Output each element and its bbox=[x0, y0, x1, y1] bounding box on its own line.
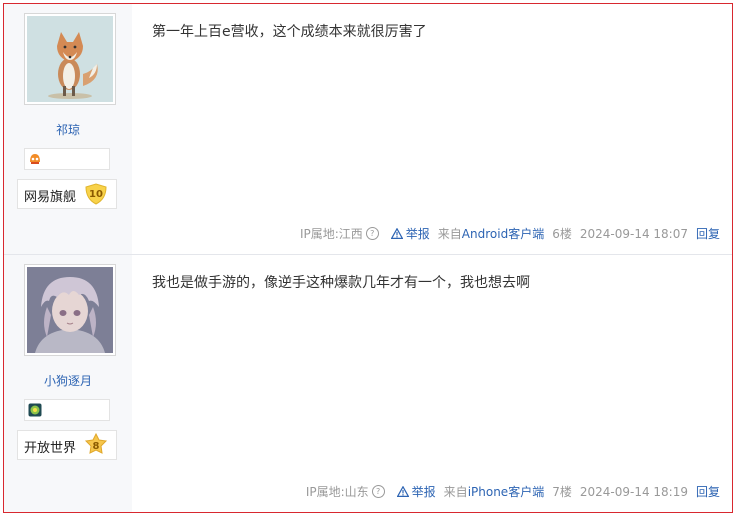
client-platform[interactable]: Android客户端 bbox=[462, 227, 544, 241]
level-number: 10 bbox=[89, 189, 103, 200]
ip-location: IP属地:江西 bbox=[299, 227, 363, 241]
post-time: 2024-09-14 18:19 bbox=[579, 484, 688, 499]
level-name: 开放世界 bbox=[24, 441, 77, 456]
report-label: 举报 bbox=[405, 227, 430, 241]
client-platform[interactable]: iPhone客户端 bbox=[468, 485, 545, 499]
level-badge[interactable]: 网易旗舰 10 bbox=[17, 179, 117, 209]
post-time: 2024-09-14 18:07 bbox=[579, 226, 688, 241]
post-floor-7: 小狗逐月 开放世界 8 我也是做手游的，像逆手这种爆款几年才有一个，我也想去啊 … bbox=[4, 255, 732, 512]
badge-icon bbox=[28, 403, 42, 417]
report-label: 举报 bbox=[411, 485, 436, 499]
post-meta: IP属地:江西 ? 举报 来自Android客户端 6楼 2024-09-14 … bbox=[300, 225, 720, 242]
username-link[interactable]: 小狗逐月 bbox=[4, 372, 132, 389]
post-floor-6: 祁琼 网易旗舰 10 第一年上百e营收，这个成绩本来就很厉害了 IP属地:江西 bbox=[4, 4, 732, 254]
username-link[interactable]: 祁琼 bbox=[4, 121, 132, 138]
anime-avatar-icon bbox=[27, 267, 113, 353]
reply-link[interactable]: 回复 bbox=[696, 483, 720, 500]
post-content: 第一年上百e营收，这个成绩本来就很厉害了 bbox=[152, 24, 427, 40]
badge-icon bbox=[30, 154, 40, 164]
post-content: 我也是做手游的，像逆手这种爆款几年才有一个，我也想去啊 bbox=[152, 275, 530, 291]
posts-container: 祁琼 网易旗舰 10 第一年上百e营收，这个成绩本来就很厉害了 IP属地:江西 bbox=[3, 3, 733, 513]
warning-icon bbox=[390, 228, 403, 239]
from-prefix: 来自 bbox=[443, 485, 468, 499]
level-badge[interactable]: 开放世界 8 bbox=[17, 430, 117, 460]
badge-row bbox=[24, 148, 110, 170]
badge-row bbox=[24, 399, 110, 421]
floor-number: 7楼 bbox=[552, 485, 572, 499]
level-shield-icon: 10 bbox=[85, 183, 107, 205]
user-avatar[interactable] bbox=[24, 13, 116, 105]
author-sidebar: 祁琼 网易旗舰 10 bbox=[4, 4, 132, 254]
from-client: 来自Android客户端 bbox=[438, 225, 544, 242]
help-icon[interactable]: ? bbox=[365, 227, 379, 240]
warning-icon bbox=[396, 486, 409, 497]
fox-avatar-icon bbox=[27, 16, 113, 102]
floor-number: 6楼 bbox=[552, 227, 572, 241]
level-number: 8 bbox=[93, 441, 100, 452]
report-button[interactable]: 举报 bbox=[396, 483, 436, 500]
user-avatar[interactable] bbox=[24, 264, 116, 356]
author-sidebar: 小狗逐月 开放世界 8 bbox=[4, 255, 132, 512]
from-prefix: 来自 bbox=[437, 227, 462, 241]
level-name: 网易旗舰 bbox=[24, 190, 77, 205]
level-star-icon: 8 bbox=[84, 433, 108, 454]
reply-link[interactable]: 回复 bbox=[696, 225, 720, 242]
help-icon[interactable]: ? bbox=[371, 485, 385, 498]
from-client: 来自iPhone客户端 bbox=[444, 483, 545, 500]
post-meta: IP属地:山东 ? 举报 来自iPhone客户端 7楼 2024-09-14 1… bbox=[306, 483, 720, 500]
report-button[interactable]: 举报 bbox=[390, 225, 430, 242]
ip-location: IP属地:山东 bbox=[305, 485, 369, 499]
